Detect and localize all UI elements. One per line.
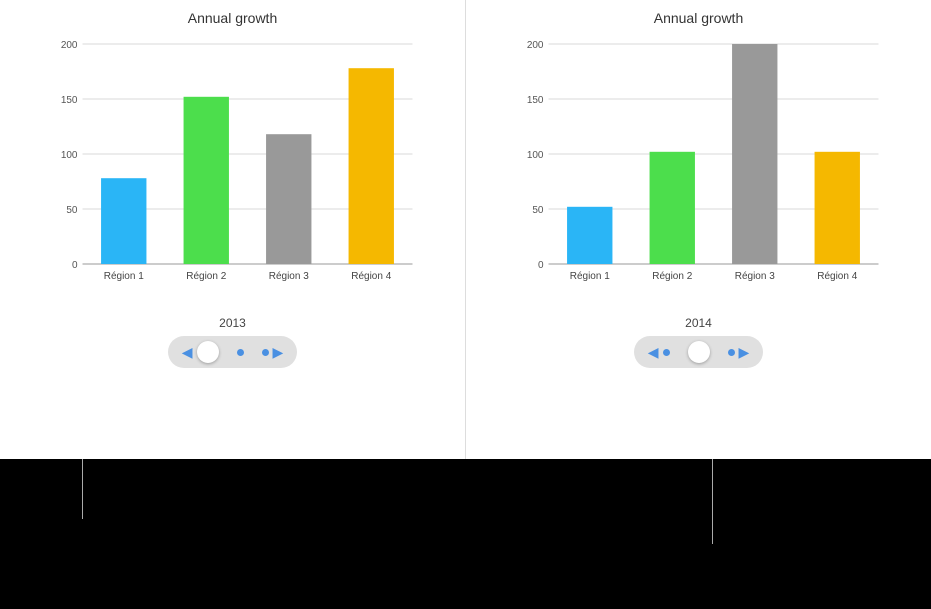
nav-dots-2 bbox=[663, 341, 735, 363]
svg-text:200: 200 bbox=[527, 40, 544, 51]
svg-text:50: 50 bbox=[66, 205, 78, 216]
connector-line-right bbox=[712, 459, 713, 544]
nav-dots-1 bbox=[197, 341, 269, 363]
nav-left-btn-2[interactable]: ◀ bbox=[644, 344, 663, 361]
bar-chart-2: 0 50 100 150 200 Région 1 Région 2 Région 3 Régi… bbox=[486, 34, 911, 314]
svg-text:200: 200 bbox=[61, 40, 78, 51]
svg-text:Région 3: Région 3 bbox=[269, 271, 309, 282]
chart-panel-1: Annual growth 0 50 100 150 200 Région 1 Région … bbox=[0, 0, 466, 459]
bar-chart-1: 0 50 100 150 200 Région 1 Région 2 Région 3 Régi… bbox=[20, 34, 445, 314]
svg-text:150: 150 bbox=[527, 95, 544, 106]
nav-thumb-1[interactable] bbox=[197, 341, 219, 363]
nav-dot-1-2[interactable] bbox=[663, 349, 670, 356]
svg-text:0: 0 bbox=[72, 260, 78, 271]
svg-text:Région 1: Région 1 bbox=[570, 271, 610, 282]
chart-title-2: Annual growth bbox=[654, 10, 744, 26]
bar-1-3 bbox=[266, 134, 311, 264]
svg-text:Région 4: Région 4 bbox=[351, 271, 391, 282]
svg-text:Région 2: Région 2 bbox=[186, 271, 226, 282]
bar-1-1 bbox=[101, 178, 146, 264]
svg-text:Région 1: Région 1 bbox=[104, 271, 144, 282]
connector-line-left bbox=[82, 459, 83, 519]
nav-dot-2-2[interactable] bbox=[728, 349, 735, 356]
svg-text:Région 2: Région 2 bbox=[652, 271, 692, 282]
nav-thumb-2[interactable] bbox=[688, 341, 710, 363]
nav-left-btn-1[interactable]: ◀ bbox=[178, 344, 197, 361]
chart-panel-2: Annual growth 0 50 100 150 200 Région 1 Région … bbox=[466, 0, 931, 459]
svg-text:100: 100 bbox=[527, 150, 544, 161]
svg-text:Région 4: Région 4 bbox=[817, 271, 857, 282]
chart-year-2: 2014 bbox=[685, 316, 712, 330]
nav-right-btn-1[interactable]: ▶ bbox=[269, 344, 288, 361]
svg-text:150: 150 bbox=[61, 95, 78, 106]
bar-2-4 bbox=[815, 152, 860, 264]
svg-text:100: 100 bbox=[61, 150, 78, 161]
chart-title-1: Annual growth bbox=[188, 10, 278, 26]
bar-1-2 bbox=[184, 97, 229, 264]
svg-text:Région 3: Région 3 bbox=[735, 271, 775, 282]
nav-bar-1: ◀▶ bbox=[168, 336, 298, 368]
svg-text:0: 0 bbox=[538, 260, 544, 271]
bar-1-4 bbox=[349, 68, 394, 264]
bar-2-2 bbox=[650, 152, 695, 264]
chart-year-1: 2013 bbox=[219, 316, 246, 330]
bar-2-1 bbox=[567, 207, 612, 264]
nav-dot-1-1[interactable] bbox=[237, 349, 244, 356]
nav-bar-2: ◀▶ bbox=[634, 336, 764, 368]
svg-text:50: 50 bbox=[532, 205, 544, 216]
nav-dot-2-1[interactable] bbox=[262, 349, 269, 356]
nav-right-btn-2[interactable]: ▶ bbox=[735, 344, 754, 361]
bar-2-3 bbox=[732, 44, 777, 264]
